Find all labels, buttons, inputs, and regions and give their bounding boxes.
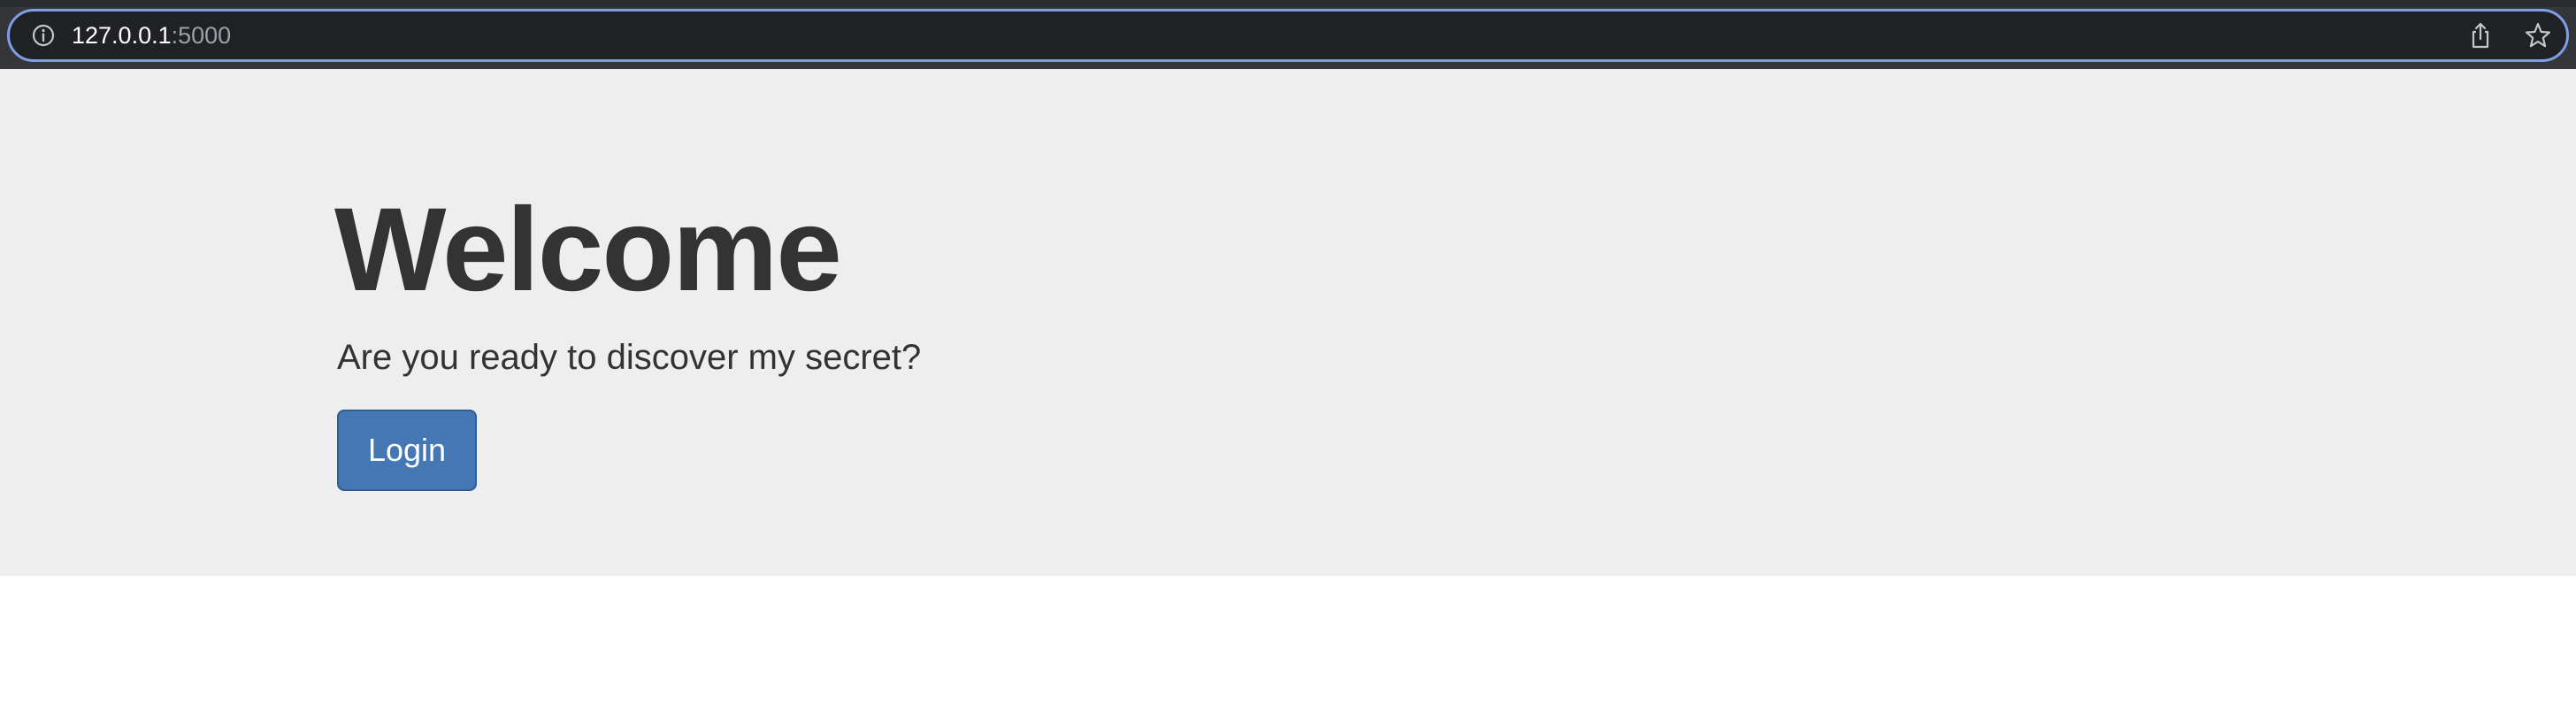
page-title: Welcome bbox=[334, 184, 842, 316]
page-subtitle: Are you ready to discover my secret? bbox=[337, 338, 922, 377]
browser-toolbar: 127.0.0.1:5000 bbox=[0, 0, 2576, 69]
star-icon[interactable] bbox=[2524, 21, 2552, 50]
login-button[interactable]: Login bbox=[337, 410, 477, 491]
url-host: 127.0.0.1 bbox=[72, 22, 172, 49]
url-text[interactable]: 127.0.0.1:5000 bbox=[72, 22, 231, 49]
tab-strip bbox=[0, 0, 2576, 7]
welcome-jumbotron: Welcome Are you ready to discover my sec… bbox=[0, 69, 2576, 576]
address-bar[interactable]: 127.0.0.1:5000 bbox=[7, 9, 2569, 62]
url-port: :5000 bbox=[171, 22, 232, 49]
info-icon[interactable] bbox=[31, 23, 56, 48]
share-icon[interactable] bbox=[2467, 21, 2494, 50]
